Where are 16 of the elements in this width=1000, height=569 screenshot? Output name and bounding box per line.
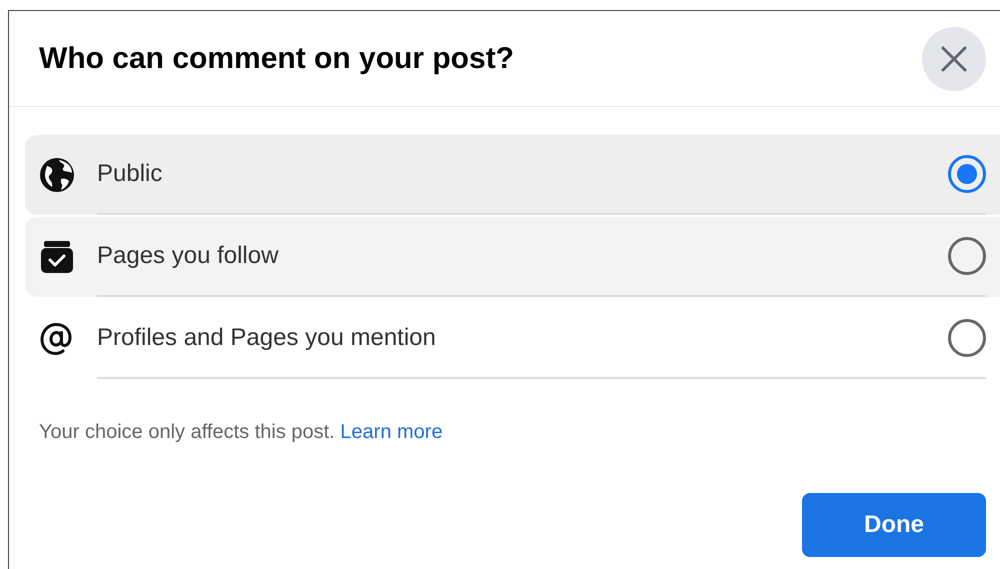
dialog-title: Who can comment on your post? [39,41,514,77]
option-row[interactable]: Pages you follow [25,217,1000,297]
option-label: Pages you follow [97,241,278,271]
close-icon [940,44,968,72]
done-button[interactable]: Done [802,493,986,557]
radio-button[interactable] [948,319,986,357]
checked-box-icon [39,239,75,275]
radio-button[interactable] [948,237,986,275]
at-sign-icon [39,321,73,357]
radio-button[interactable] [948,155,986,193]
learn-more-link[interactable]: Learn more [340,421,443,443]
globe-icon [39,157,75,193]
option-label: Profiles and Pages you mention [97,323,436,353]
option-row[interactable]: Public [25,135,1000,215]
note-text: Your choice only affects this post. [39,421,335,443]
option-label: Public [97,159,162,189]
